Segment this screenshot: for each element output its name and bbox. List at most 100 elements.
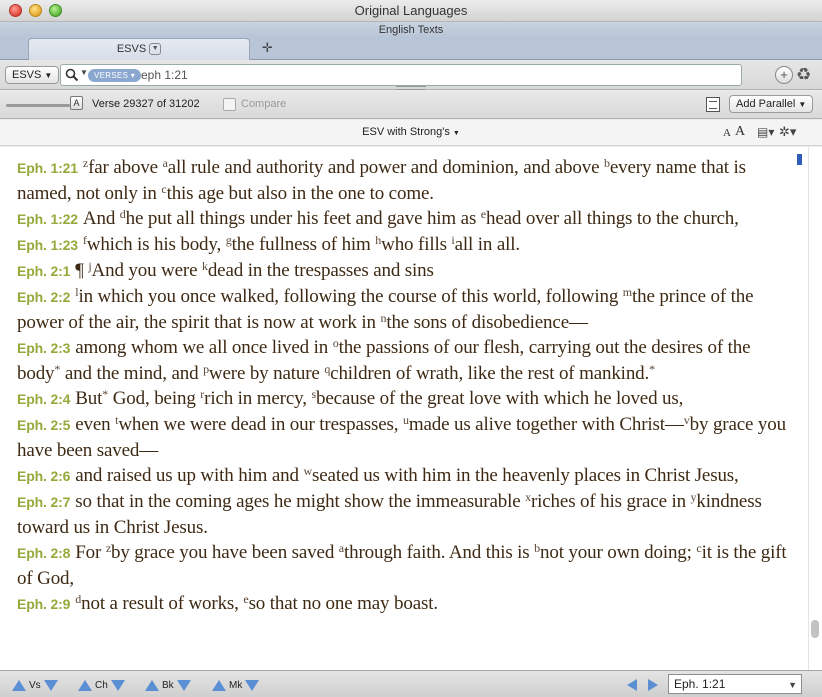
chevron-down-icon[interactable]: ▼ <box>80 68 88 77</box>
verse-nav: Vs <box>12 678 58 692</box>
verse-text: dead in the trespasses and sins <box>207 260 434 281</box>
search-scope-pill[interactable]: VERSES ▾ <box>88 69 142 82</box>
verse: Eph. 1:21 zfar above aall rule and author… <box>17 155 790 206</box>
verse-ref[interactable]: Eph. 2:4 <box>17 391 70 407</box>
search-icon[interactable] <box>65 68 79 82</box>
verse-ref[interactable]: Eph. 2:2 <box>17 289 70 305</box>
decrease-font-button[interactable]: A <box>723 127 731 139</box>
verse-text: so that no one may boast. <box>248 593 439 614</box>
verse-text: and the mind, and <box>60 363 204 384</box>
verse: Eph. 2:2 lin which you once walked, follo… <box>17 284 790 335</box>
verse-text: which is his body, <box>86 234 226 255</box>
history-back-icon[interactable] <box>627 679 637 691</box>
verse-text: head over all things to the church, <box>485 208 739 229</box>
verse-text: the fullness of him <box>231 234 376 255</box>
chevron-down-icon[interactable]: ▼ <box>788 676 797 694</box>
verse-text: not your own doing; <box>540 542 697 563</box>
verse-ref[interactable]: Eph. 2:5 <box>17 417 70 433</box>
verse: Eph. 2:7 so that in the coming ages he mi… <box>17 489 790 540</box>
verse: Eph. 2:9 dnot a result of works, eso that… <box>17 591 790 617</box>
version-menu[interactable]: ESV with Strong's ▼ <box>0 126 822 138</box>
verse-text: far above <box>88 157 163 178</box>
verse-ref[interactable]: Eph. 2:1 <box>17 263 70 279</box>
verse-ref[interactable]: Eph. 2:8 <box>17 545 70 561</box>
verse-ref[interactable]: Eph. 2:3 <box>17 340 70 356</box>
parallel-view-icon[interactable] <box>706 97 720 112</box>
verse-text: children of wrath, like the rest of mank… <box>330 363 650 384</box>
book-nav: Bk <box>145 678 191 692</box>
footnote-marker[interactable]: m <box>623 285 632 299</box>
add-parallel-label: Add Parallel <box>736 98 796 110</box>
compare-checkbox[interactable] <box>223 98 236 111</box>
add-tab-icon[interactable]: ✛ <box>262 40 273 56</box>
version-dropdown-label: ESVS <box>12 69 42 81</box>
verse-text: in which you once walked, following the … <box>78 286 623 307</box>
verse-text: rich in mercy, <box>204 388 312 409</box>
verse-text: For <box>75 542 106 563</box>
version-dropdown[interactable]: ESVS ▼ <box>5 66 60 84</box>
verse-ref[interactable]: Eph. 2:7 <box>17 494 70 510</box>
verse-text: who fills <box>381 234 452 255</box>
slider-thumb[interactable]: A <box>70 96 83 110</box>
increase-font-button[interactable]: A <box>735 124 745 140</box>
previous-verse-icon[interactable] <box>12 680 26 692</box>
previous-mark-icon[interactable] <box>212 680 226 692</box>
verse-text: so that in the coming ages he might show… <box>75 491 526 512</box>
chapter-nav-label: Ch <box>95 680 108 692</box>
previous-book-icon[interactable] <box>145 680 159 692</box>
scrollbar-thumb[interactable] <box>811 620 819 638</box>
verse-text: all in all. <box>454 234 521 255</box>
history-forward-icon[interactable] <box>648 679 658 691</box>
verse-text: by grace you have been saved <box>111 542 339 563</box>
recycle-icon[interactable]: ♻ <box>796 65 811 85</box>
add-parallel-button[interactable]: Add Parallel ▼ <box>729 95 814 113</box>
verse-text: because of the great love with which he … <box>315 388 684 409</box>
verse-ref[interactable]: Eph. 2:9 <box>17 596 70 612</box>
layout-menu-icon[interactable]: ▤▾ <box>757 125 774 139</box>
verse-text: God, being <box>108 388 201 409</box>
verse-text: when we were dead in our trespasses, <box>118 414 403 435</box>
paragraph-marker: ¶ <box>75 260 84 281</box>
status-bar: A Verse 29327 of 31202 Compare Add Paral… <box>0 91 822 119</box>
verse: Eph. 2:5 even twhen we were dead in our t… <box>17 412 790 463</box>
bookmark-icon[interactable] <box>797 154 802 165</box>
verse-text: seated us with him in the heavenly place… <box>312 465 739 486</box>
goto-reference-field[interactable]: Eph. 1:21 ▼ <box>668 674 802 694</box>
tab-esvs[interactable]: ESVS ▼ <box>28 38 250 60</box>
verse-text: through faith. And this is <box>343 542 535 563</box>
chevron-down-icon[interactable]: ▼ <box>149 43 162 56</box>
goto-reference-value: Eph. 1:21 <box>674 677 726 691</box>
tab-bar: ESVS ▼ ✛ <box>0 38 822 60</box>
next-verse-icon[interactable] <box>43 680 58 692</box>
verse-text: were by nature <box>208 363 325 384</box>
search-scope-label: VERSES <box>94 71 129 80</box>
next-chapter-icon[interactable] <box>110 680 125 692</box>
verse-slider[interactable] <box>6 104 70 107</box>
verse: Eph. 2:6 and raised us up with him and ws… <box>17 463 790 489</box>
verse-ref[interactable]: Eph. 1:21 <box>17 160 78 176</box>
tab-label: ESVS <box>116 43 147 55</box>
verse-ref[interactable]: Eph. 2:6 <box>17 468 70 484</box>
verse-ref[interactable]: Eph. 1:22 <box>17 211 78 227</box>
vertical-scrollbar[interactable] <box>808 147 822 670</box>
verse-ref[interactable]: Eph. 1:23 <box>17 237 78 253</box>
verse-text: And you were <box>91 260 202 281</box>
verse-text: among whom we all once lived in <box>75 337 333 358</box>
window-title: Original Languages <box>354 3 468 18</box>
plus-circle-icon[interactable]: + <box>775 66 793 84</box>
verse-text: and raised us up with him and <box>75 465 304 486</box>
splitter-handle[interactable] <box>396 86 426 90</box>
gear-icon[interactable]: ✲▾ <box>779 124 796 140</box>
mark-nav-label: Mk <box>229 680 243 692</box>
bible-text-pane: Eph. 1:21 zfar above aall rule and author… <box>0 147 808 670</box>
footnote-marker[interactable]: w <box>303 464 312 478</box>
previous-chapter-icon[interactable] <box>78 680 92 692</box>
verse: Eph. 2:3 among whom we all once lived in … <box>17 335 790 386</box>
next-mark-icon[interactable] <box>245 680 260 692</box>
verse-text: But <box>75 388 103 409</box>
verse-text: all rule and authority and power and dom… <box>167 157 604 178</box>
search-input[interactable]: ▼ VERSES ▾ eph 1:21 <box>60 64 742 86</box>
next-book-icon[interactable] <box>176 680 191 692</box>
footnote-marker[interactable]: * <box>649 362 655 376</box>
verse-text: riches of his grace in <box>530 491 691 512</box>
